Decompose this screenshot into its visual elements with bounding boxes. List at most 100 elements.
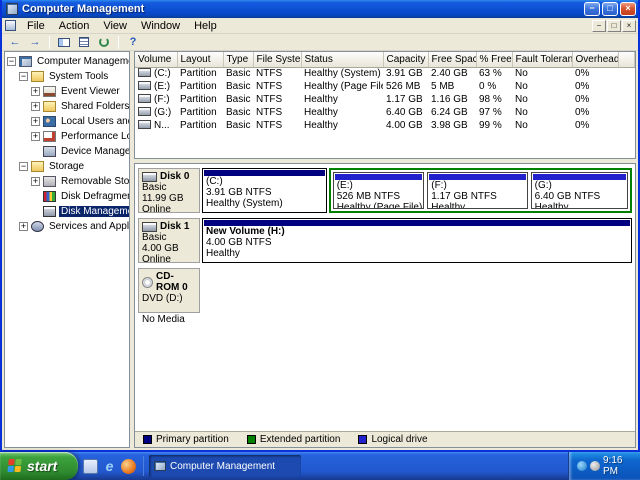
col-overhead[interactable]: Overhead — [572, 52, 618, 67]
tree-item-shared-folders[interactable]: + Shared Folders — [5, 99, 129, 114]
volume-list: Volume Layout Type File System Status Ca… — [134, 51, 636, 159]
expander-icon[interactable]: + — [31, 177, 40, 186]
legend-extended-partition: Extended partition — [247, 434, 341, 445]
cell-ft: No — [512, 67, 572, 80]
legend-label: Logical drive — [371, 434, 427, 445]
child-minimize-button[interactable]: − — [592, 20, 606, 32]
show-console-tree-button[interactable] — [55, 35, 73, 50]
col-pct-free[interactable]: % Free — [476, 52, 512, 67]
menu-window[interactable]: Window — [134, 19, 187, 33]
cell-free: 5 MB — [428, 80, 476, 93]
toolbar-separator — [118, 36, 119, 49]
menu-view[interactable]: View — [96, 19, 134, 33]
expander-icon[interactable]: + — [31, 132, 40, 141]
expander-icon[interactable]: − — [7, 57, 16, 66]
tree-item-disk-defragmenter[interactable]: Disk Defragmenter — [5, 189, 129, 204]
col-free-space[interactable]: Free Space — [428, 52, 476, 67]
col-volume[interactable]: Volume — [135, 52, 177, 67]
start-button[interactable]: start — [0, 452, 78, 480]
taskbar-clock[interactable]: 9:16 PM — [603, 455, 634, 477]
disk-1-header[interactable]: Disk 1 Basic 4.00 GB Online — [138, 218, 200, 263]
network-tray-icon[interactable] — [577, 461, 587, 471]
partition-f[interactable]: (F:) 1.17 GB NTFS Healthy — [427, 172, 527, 209]
refresh-button[interactable] — [95, 35, 113, 50]
close-button[interactable]: × — [620, 2, 636, 16]
table-row[interactable]: (G:) Partition Basic NTFS Healthy 6.40 G… — [135, 106, 635, 119]
tree-item-local-users-groups[interactable]: + Local Users and Groups — [5, 114, 129, 129]
expander-icon[interactable]: + — [31, 87, 40, 96]
cell-pct: 0 % — [476, 80, 512, 93]
col-fault-tolerance[interactable]: Fault Tolerance — [512, 52, 572, 67]
col-file-system[interactable]: File System — [253, 52, 301, 67]
partition-g[interactable]: (G:) 6.40 GB NTFS Healthy — [531, 172, 628, 209]
menu-help[interactable]: Help — [187, 19, 224, 33]
taskbar-button-computer-management[interactable]: Computer Management — [149, 455, 301, 477]
col-status[interactable]: Status — [301, 52, 383, 67]
show-desktop-icon[interactable] — [83, 459, 98, 474]
cell-type: Basic — [223, 67, 253, 80]
back-button[interactable]: ← — [6, 35, 24, 50]
partition-label: (G:) — [535, 180, 627, 191]
users-icon — [43, 116, 56, 127]
device-manager-icon — [43, 146, 56, 157]
forward-button[interactable]: → — [26, 35, 44, 50]
disk-0-header[interactable]: Disk 0 Basic 11.99 GB Online — [138, 168, 200, 213]
expander-icon[interactable]: + — [19, 222, 28, 231]
internet-explorer-icon[interactable]: e — [102, 459, 117, 474]
expander-icon[interactable]: + — [31, 117, 40, 126]
tree-item-system-tools[interactable]: − System Tools — [5, 69, 129, 84]
tree-item-performance-logs[interactable]: + Performance Logs and Alerts — [5, 129, 129, 144]
help-button[interactable]: ? — [124, 35, 142, 50]
tree-item-storage[interactable]: − Storage — [5, 159, 129, 174]
table-row[interactable]: (C:) Partition Basic NTFS Healthy (Syste… — [135, 67, 635, 80]
cell-free: 3.98 GB — [428, 119, 476, 132]
tree-item-event-viewer[interactable]: + Event Viewer — [5, 84, 129, 99]
partition-e[interactable]: (E:) 526 MB NTFS Healthy (Page File) — [333, 172, 425, 209]
tree-item-label: Removable Storage — [59, 176, 129, 187]
tree-item-removable-storage[interactable]: + Removable Storage — [5, 174, 129, 189]
tree-item-label: Shared Folders — [59, 101, 129, 112]
cdrom-status: No Media — [142, 314, 197, 325]
menu-file[interactable]: File — [20, 19, 52, 33]
cell-capacity: 6.40 GB — [383, 106, 428, 119]
forward-icon: → — [30, 36, 41, 49]
col-capacity[interactable]: Capacity — [383, 52, 428, 67]
table-row[interactable]: N... Partition Basic NTFS Healthy 4.00 G… — [135, 119, 635, 132]
cell-ft: No — [512, 106, 572, 119]
cell-status: Healthy (System) — [301, 67, 383, 80]
cell-layout: Partition — [177, 106, 223, 119]
menu-action[interactable]: Action — [52, 19, 97, 33]
col-layout[interactable]: Layout — [177, 52, 223, 67]
partition-c[interactable]: (C:) 3.91 GB NTFS Healthy (System) — [202, 168, 327, 213]
col-type[interactable]: Type — [223, 52, 253, 67]
minimize-button[interactable]: − — [584, 2, 600, 16]
child-close-button[interactable]: × — [622, 20, 636, 32]
media-player-icon[interactable] — [121, 459, 136, 474]
cell-overhead: 0% — [572, 106, 618, 119]
child-restore-button[interactable]: □ — [607, 20, 621, 32]
table-row[interactable]: (E:) Partition Basic NTFS Healthy (Page … — [135, 80, 635, 93]
help-icon: ? — [130, 36, 137, 48]
cdrom-header[interactable]: CD-ROM 0 DVD (D:) No Media — [138, 268, 200, 313]
tree-item-device-manager[interactable]: Device Manager — [5, 144, 129, 159]
tree-item-services-applications[interactable]: + Services and Applications — [5, 219, 129, 234]
tree-item-label: Disk Management — [59, 206, 129, 217]
expander-icon[interactable]: − — [19, 72, 28, 81]
tree-item-disk-management[interactable]: Disk Management — [5, 204, 129, 219]
cell-free: 6.24 GB — [428, 106, 476, 119]
cell-pct: 63 % — [476, 67, 512, 80]
expander-icon[interactable]: − — [19, 162, 28, 171]
volume-tray-icon[interactable] — [590, 461, 600, 471]
table-row[interactable]: (F:) Partition Basic NTFS Healthy 1.17 G… — [135, 93, 635, 106]
extended-partition-swatch — [247, 435, 256, 444]
computer-management-app-icon — [6, 3, 18, 15]
partition-status: Healthy — [206, 248, 631, 259]
cell-status: Healthy (Page File) — [301, 80, 383, 93]
partition-h[interactable]: New Volume (H:) 4.00 GB NTFS Healthy — [202, 218, 632, 263]
main-area: − Computer Management (Local) − System T… — [4, 51, 636, 448]
tree-item-computer-management[interactable]: − Computer Management (Local) — [5, 54, 129, 69]
maximize-button[interactable]: □ — [602, 2, 618, 16]
expander-icon[interactable]: + — [31, 102, 40, 111]
console-tree-icon — [58, 38, 70, 47]
properties-button[interactable] — [75, 35, 93, 50]
